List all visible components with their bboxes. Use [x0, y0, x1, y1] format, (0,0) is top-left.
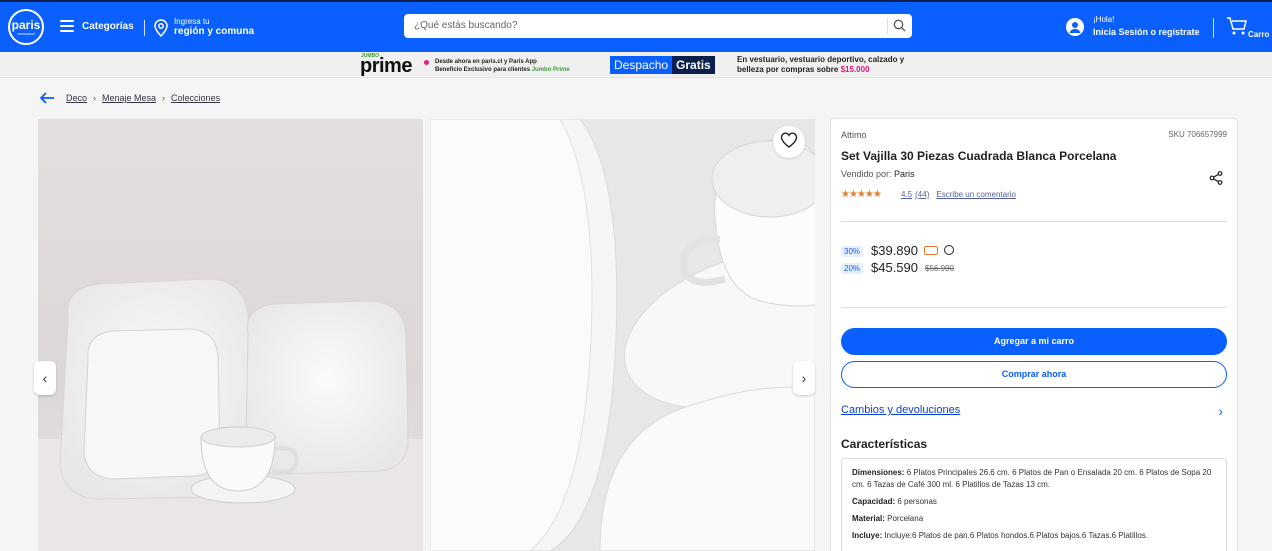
returns-link[interactable]: Cambios y devoluciones — [841, 404, 960, 416]
breadcrumb-item-menaje[interactable]: Menaje Mesa — [102, 93, 156, 103]
product-image-2[interactable] — [430, 119, 815, 551]
favorite-button[interactable] — [773, 126, 805, 158]
prime-logo: prime — [360, 55, 412, 77]
seller-info: Vendido por: Paris — [841, 169, 915, 179]
user-icon[interactable] — [1066, 18, 1084, 36]
desp-line1: En vestuario, vestuario deportivo, calza… — [737, 55, 905, 64]
characteristics-heading: Características — [841, 437, 928, 451]
despacho-text: En vestuario, vestuario deportivo, calza… — [737, 55, 904, 75]
spec-value: 6 Platos Principales 26.6 cm. 6 Platos d… — [852, 468, 1212, 489]
prime-line1: Desde ahora en paris.cl y Paris App — [435, 59, 537, 65]
cart-icon[interactable] — [1226, 16, 1248, 41]
logo-sub: cencosud — [17, 30, 35, 36]
despacho-badge: Despacho Gratis — [610, 56, 715, 74]
specs-box: Dimensiones: 6 Platos Principales 26.6 c… — [841, 458, 1227, 551]
header: paris cencosud Categorías Ingresa tu reg… — [0, 0, 1272, 52]
product-info-panel: Attimo SKU 706657999 Set Vajilla 30 Piez… — [830, 118, 1238, 551]
brand-link[interactable]: Attimo — [841, 130, 867, 140]
rating-value[interactable]: 4.5 — [901, 190, 912, 199]
seller-name[interactable]: Paris — [894, 169, 915, 179]
prime-line2-a: Beneficio Exclusivo para clientes — [435, 67, 532, 73]
logo-text: paris — [11, 17, 41, 32]
product-title: Set Vajilla 30 Piezas Cuadrada Blanca Po… — [841, 149, 1117, 163]
user-login: Inicia Sesión o regístrate — [1093, 27, 1200, 37]
search-divider — [887, 18, 888, 34]
rating-info: 4.5 (44) Escribe un comentario — [901, 190, 1019, 199]
sku-text: SKU 706657999 — [1168, 130, 1227, 139]
spec-row: Material: Porcelana — [852, 513, 1216, 525]
divider — [841, 221, 1227, 222]
breadcrumb: Deco › Menaje Mesa › Colecciones — [66, 93, 220, 103]
divider — [144, 20, 145, 36]
spec-row: Dimensiones: 6 Platos Principales 26.6 c… — [852, 467, 1216, 491]
add-to-cart-button[interactable]: Agregar a mi carro — [841, 328, 1227, 355]
spec-value: Porcelana — [884, 514, 924, 523]
promo-banner[interactable]: JUMBO prime Desde ahora en paris.cl y Pa… — [0, 52, 1272, 78]
spec-value: 6 personas — [895, 497, 937, 506]
spec-label: Incluye: — [852, 531, 883, 540]
menu-icon[interactable] — [60, 20, 74, 34]
carousel-prev-button[interactable]: ‹ — [34, 361, 56, 395]
spec-label: Capacidad: — [852, 497, 896, 506]
share-icon[interactable] — [1209, 171, 1223, 190]
credit-card-icon — [924, 246, 938, 255]
spec-value: Incluye:6 Platos de pan.6 Platos hondos.… — [882, 531, 1149, 540]
product-image-1[interactable] — [38, 119, 423, 551]
write-review-link[interactable]: Escribe un comentario — [936, 190, 1016, 199]
desp-line2-b: $15.000 — [840, 65, 870, 74]
breadcrumb-sep: › — [162, 93, 166, 103]
despacho-a: Despacho — [610, 56, 673, 74]
paris-logo[interactable]: paris cencosud — [8, 9, 44, 45]
region-line2: región y comuna — [174, 26, 255, 37]
desp-line2: belleza por compras sobre $15.000 — [737, 65, 904, 75]
divider — [841, 307, 1227, 308]
prime-dot-icon — [424, 60, 429, 65]
info-icon[interactable] — [944, 245, 954, 255]
search-bar[interactable]: ¿Qué estás buscando? — [404, 14, 912, 38]
desp-line2-a: belleza por compras sobre — [737, 65, 841, 74]
spec-label: Dimensiones: — [852, 468, 905, 477]
discount-badge-card: 30% — [841, 246, 864, 257]
chevron-right-icon: › — [801, 370, 807, 386]
breadcrumb-item-colecciones[interactable]: Colecciones — [171, 93, 220, 103]
spec-row: Incluye: Incluye:6 Platos de pan.6 Plato… — [852, 530, 1216, 542]
heart-icon — [780, 131, 798, 153]
carousel-next-button[interactable]: › — [793, 361, 815, 395]
despacho-b: Gratis — [672, 56, 715, 74]
prime-line2-b: Jumbo Prime — [531, 67, 570, 73]
buy-now-button[interactable]: Comprar ahora — [841, 361, 1227, 388]
location-pin-icon[interactable] — [154, 19, 168, 42]
spec-label: Material: — [852, 514, 885, 523]
review-count[interactable]: (44) — [915, 190, 929, 199]
region-selector[interactable]: Ingresa tu región y comuna — [174, 17, 254, 37]
prime-line2: Beneficio Exclusivo para clientes Jumbo … — [435, 66, 570, 74]
login-link[interactable]: ¡Hola! Inicia Sesión o regístrate — [1093, 15, 1200, 37]
normal-price: $56.990 — [925, 264, 954, 273]
back-arrow-icon[interactable] — [38, 90, 56, 106]
user-greeting: ¡Hola! — [1093, 15, 1115, 24]
divider — [1213, 18, 1214, 38]
search-icon[interactable] — [893, 19, 906, 37]
breadcrumb-item-deco[interactable]: Deco — [66, 93, 87, 103]
spec-row: Capacidad: 6 personas — [852, 496, 1216, 508]
region-line1: Ingresa tu — [174, 17, 210, 26]
chevron-left-icon: ‹ — [42, 370, 48, 386]
cart-label[interactable]: Carro — [1248, 30, 1269, 39]
internet-price: $45.590 — [871, 260, 918, 275]
breadcrumb-sep: › — [93, 93, 97, 103]
prime-text: Desde ahora en paris.cl y Paris App Bene… — [435, 58, 570, 74]
search-input[interactable]: ¿Qué estás buscando? — [414, 20, 517, 31]
discount-badge-internet: 20% — [841, 263, 864, 274]
categories-button[interactable]: Categorías — [82, 21, 134, 32]
rating-stars: ★★★★★ — [841, 189, 882, 200]
card-price: $39.890 — [871, 243, 918, 258]
seller-label: Vendido por: — [841, 169, 895, 179]
chevron-right-icon[interactable]: › — [1218, 403, 1223, 419]
